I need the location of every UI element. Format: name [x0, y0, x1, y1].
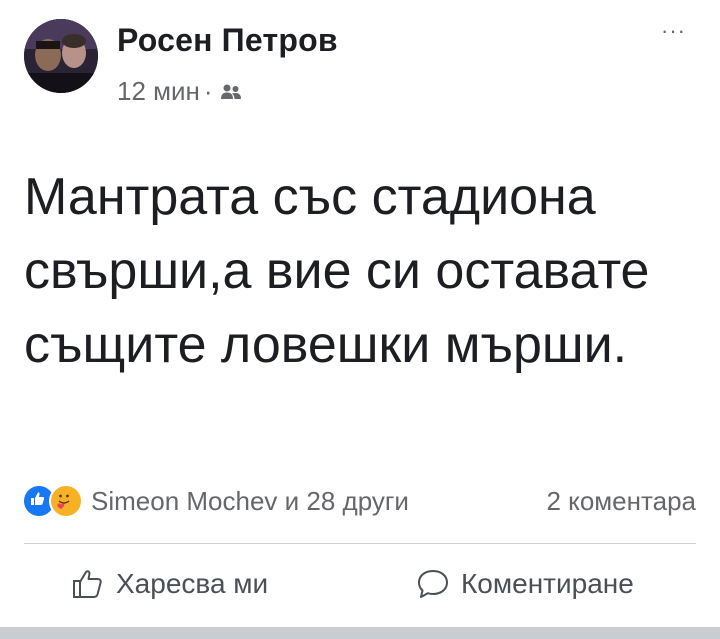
avatar-photo-icon	[24, 19, 98, 93]
author-avatar[interactable]	[24, 19, 98, 93]
post-meta: 12 мин ·	[117, 76, 243, 107]
post-timestamp[interactable]: 12 мин	[117, 76, 200, 107]
comment-bubble-icon	[415, 566, 451, 602]
post-text: Мантрата със стадиона свърши,а вие си ос…	[24, 168, 650, 374]
reactions-summary[interactable]: Simeon Mochev и 28 други	[22, 483, 409, 519]
feed-separator-bar	[0, 627, 720, 639]
meta-separator: ·	[203, 76, 213, 106]
author-name[interactable]: Росен Петров	[117, 22, 338, 59]
thumbs-up-icon	[70, 566, 106, 602]
care-reaction-icon	[49, 484, 83, 518]
more-options-icon[interactable]: ···	[661, 20, 686, 42]
friends-icon[interactable]	[219, 83, 243, 101]
comments-count[interactable]: 2 коментара	[547, 486, 697, 517]
like-button-label: Харесва ми	[116, 568, 269, 599]
comment-button-label: Коментиране	[461, 568, 634, 599]
like-button[interactable]: Харесва ми	[70, 562, 268, 606]
divider	[24, 543, 696, 544]
post-card: Росен Петров 12 мин · ··· Мантрата със с…	[0, 0, 720, 639]
reaction-names: Simeon Mochev и 28 други	[91, 485, 409, 516]
comment-button[interactable]: Коментиране	[415, 562, 634, 606]
